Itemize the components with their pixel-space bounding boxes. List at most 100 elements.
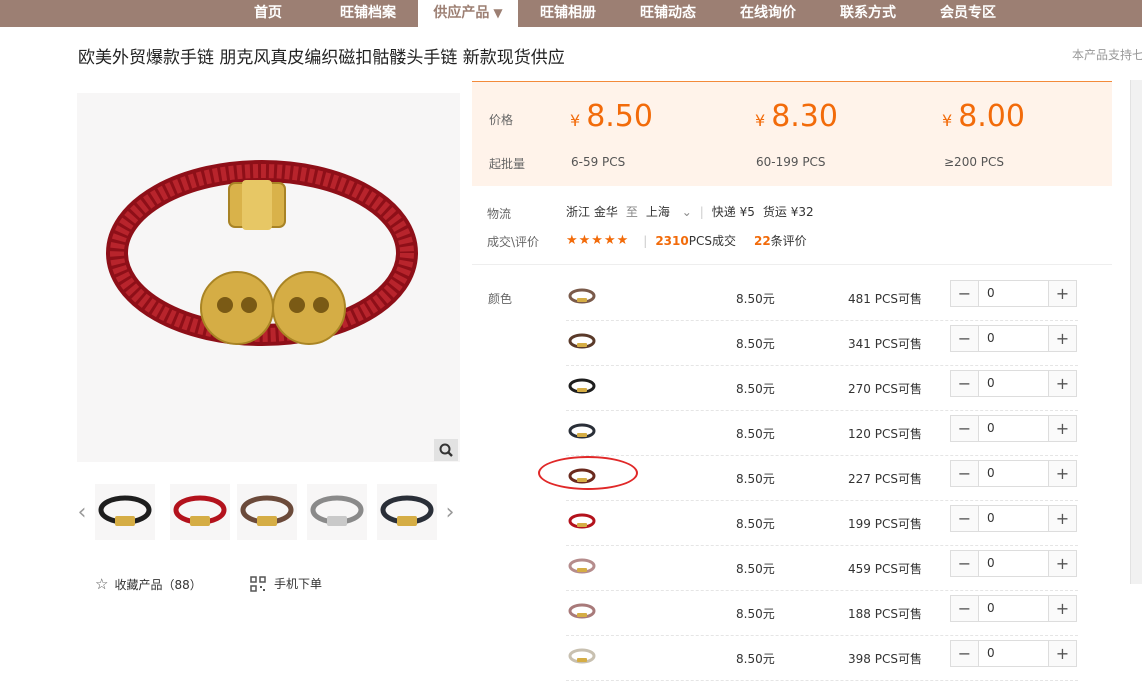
sku-price: 8.50元 bbox=[736, 427, 775, 441]
quantity-input[interactable]: 0 bbox=[978, 326, 1049, 351]
quantity-input[interactable]: 0 bbox=[978, 506, 1049, 531]
nav-products[interactable]: 供应产品 ▼ bbox=[418, 0, 518, 27]
increase-button[interactable]: + bbox=[1049, 641, 1076, 666]
sku-thumbnail[interactable] bbox=[566, 599, 598, 625]
quantity-input[interactable]: 0 bbox=[978, 416, 1049, 441]
sku-price: 8.50元 bbox=[736, 337, 775, 351]
decrease-button[interactable]: − bbox=[951, 416, 978, 441]
decrease-button[interactable]: − bbox=[951, 371, 978, 396]
increase-button[interactable]: + bbox=[1049, 551, 1076, 576]
logistics-info: 浙江 金华 至 上海 ⌄ | 快递 ¥5 货运 ¥32 bbox=[566, 203, 814, 220]
highlight-annotation bbox=[538, 456, 638, 490]
nav-news[interactable]: 旺铺动态 bbox=[628, 0, 708, 27]
sku-row: 8.50元 481 PCS可售 −0 + bbox=[566, 276, 1078, 321]
quantity-stepper: −0 + bbox=[950, 505, 1077, 532]
thumbnail[interactable] bbox=[95, 484, 155, 540]
divider: | bbox=[643, 233, 648, 248]
quantity-stepper: −0 + bbox=[950, 280, 1077, 307]
qr-code-icon bbox=[250, 575, 266, 592]
increase-button[interactable]: + bbox=[1049, 371, 1076, 396]
decrease-button[interactable]: − bbox=[951, 596, 978, 621]
increase-button[interactable]: + bbox=[1049, 596, 1076, 621]
tier-price: ¥8.30 bbox=[755, 99, 838, 134]
quantity-input[interactable]: 0 bbox=[978, 461, 1049, 486]
scrollbar[interactable] bbox=[1130, 80, 1142, 584]
reviews-link[interactable]: 22条评价 bbox=[754, 232, 807, 249]
chevron-down-icon: ⌄ bbox=[681, 205, 692, 219]
decrease-button[interactable]: − bbox=[951, 281, 978, 306]
quantity-input[interactable]: 0 bbox=[978, 551, 1049, 576]
sku-stock: 188 PCS可售 bbox=[848, 607, 922, 621]
nav-inquiry[interactable]: 在线询价 bbox=[728, 0, 808, 27]
increase-button[interactable]: + bbox=[1049, 281, 1076, 306]
deals-link[interactable]: 2310PCS成交 bbox=[655, 232, 736, 249]
sku-thumbnail[interactable] bbox=[566, 284, 598, 310]
thumbnail[interactable] bbox=[377, 484, 437, 540]
increase-button[interactable]: + bbox=[1049, 416, 1076, 441]
ship-to-word: 至 bbox=[625, 205, 638, 219]
decrease-button[interactable]: − bbox=[951, 461, 978, 486]
mobile-order-label: 手机下单 bbox=[274, 577, 323, 591]
sku-row: 8.50元 199 PCS可售 −0 + bbox=[566, 501, 1078, 546]
reviews-info: ★★★★★ | 2310PCS成交 22条评价 bbox=[566, 232, 807, 249]
sku-thumbnail[interactable] bbox=[566, 374, 598, 400]
sku-thumbnail[interactable] bbox=[566, 554, 598, 580]
zoom-button[interactable] bbox=[434, 439, 458, 461]
decrease-button[interactable]: − bbox=[951, 506, 978, 531]
sku-thumbnail[interactable] bbox=[566, 509, 598, 535]
sku-row: 8.50元 270 PCS可售 −0 + bbox=[566, 366, 1078, 411]
quantity-stepper: −0 + bbox=[950, 370, 1077, 397]
sku-thumbnail[interactable] bbox=[566, 644, 598, 670]
sku-row: 8.50元 459 PCS可售 −0 + bbox=[566, 546, 1078, 591]
thumbnail[interactable] bbox=[307, 484, 367, 540]
increase-button[interactable]: + bbox=[1049, 326, 1076, 351]
nav-home[interactable]: 首页 bbox=[230, 0, 306, 27]
quantity-input[interactable]: 0 bbox=[978, 596, 1049, 621]
reviews-label: 成交\评价 bbox=[487, 235, 540, 249]
sku-thumbnail[interactable] bbox=[566, 419, 598, 445]
product-main-image[interactable] bbox=[77, 93, 460, 462]
decrease-button[interactable]: − bbox=[951, 551, 978, 576]
nav-member[interactable]: 会员专区 bbox=[928, 0, 1008, 27]
product-title: 欧美外贸爆款手链 朋克风真皮编织磁扣骷髅头手链 新款现货供应 bbox=[78, 48, 565, 68]
decrease-button[interactable]: − bbox=[951, 326, 978, 351]
quantity-stepper: −0 + bbox=[950, 550, 1077, 577]
sku-thumbnail[interactable] bbox=[566, 329, 598, 355]
favorite-button[interactable]: ☆ 收藏产品（88） bbox=[95, 575, 202, 593]
thumb-next-button[interactable]: › bbox=[443, 484, 457, 540]
quantity-input[interactable]: 0 bbox=[978, 371, 1049, 396]
sku-stock: 398 PCS可售 bbox=[848, 652, 922, 666]
chevron-down-icon: ▼ bbox=[493, 6, 503, 20]
tier-qty: 6-59 PCS bbox=[571, 155, 626, 169]
decrease-button[interactable]: − bbox=[951, 641, 978, 666]
sku-stock: 270 PCS可售 bbox=[848, 382, 922, 396]
nav-album[interactable]: 旺铺相册 bbox=[528, 0, 608, 27]
quantity-stepper: −0 + bbox=[950, 415, 1077, 442]
sku-row: 8.50元 398 PCS可售 −0 + bbox=[566, 636, 1078, 681]
sku-stock: 341 PCS可售 bbox=[848, 337, 922, 351]
tier-qty: ≥200 PCS bbox=[944, 155, 1005, 169]
thumbnail[interactable] bbox=[170, 484, 230, 540]
favorite-label: 收藏产品（88） bbox=[114, 577, 202, 592]
increase-button[interactable]: + bbox=[1049, 461, 1076, 486]
quantity-stepper: −0 + bbox=[950, 595, 1077, 622]
tier-price: ¥8.50 bbox=[570, 99, 653, 134]
quantity-input[interactable]: 0 bbox=[978, 641, 1049, 666]
mobile-order-button[interactable]: 手机下单 bbox=[250, 575, 322, 592]
ship-to-select[interactable]: 上海 ⌄ bbox=[646, 203, 692, 220]
sku-price: 8.50元 bbox=[736, 292, 775, 306]
quantity-input[interactable]: 0 bbox=[978, 281, 1049, 306]
nav-contact[interactable]: 联系方式 bbox=[828, 0, 908, 27]
increase-button[interactable]: + bbox=[1049, 506, 1076, 531]
price-label: 价格 bbox=[489, 113, 514, 127]
express-fee: 快递 ¥5 bbox=[711, 205, 755, 219]
moq-label: 起批量 bbox=[489, 157, 526, 171]
thumbnail[interactable] bbox=[237, 484, 297, 540]
quantity-stepper: −0 + bbox=[950, 640, 1077, 667]
sku-stock: 227 PCS可售 bbox=[848, 472, 922, 486]
logistics-label: 物流 bbox=[487, 207, 512, 221]
tier-qty: 60-199 PCS bbox=[756, 155, 826, 169]
sku-price: 8.50元 bbox=[736, 652, 775, 666]
thumb-prev-button[interactable]: ‹ bbox=[75, 484, 89, 540]
nav-shop-profile[interactable]: 旺铺档案 bbox=[328, 0, 408, 27]
